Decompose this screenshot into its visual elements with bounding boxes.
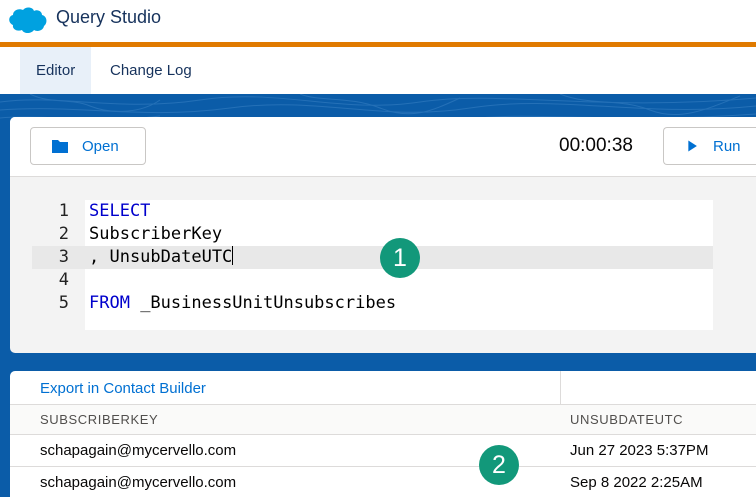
export-contact-builder-link[interactable]: Export in Contact Builder (40, 380, 206, 397)
line-content: SELECT (89, 200, 150, 223)
code-line: 1 SELECT (32, 200, 713, 223)
line-number: 3 (58, 247, 69, 267)
cell-subscriberkey: schapagain@mycervello.com (40, 474, 237, 491)
column-header-unsubdateutc[interactable]: UNSUBDATEUTC (570, 405, 683, 435)
editor-toolbar: Open 00:00:38 Run (10, 117, 756, 177)
play-icon (688, 140, 697, 152)
code-line: 4 (32, 269, 713, 292)
results-panel: Export in Contact Builder SUBSCRIBERKEY … (10, 371, 756, 497)
cell-unsubdateutc: Jun 27 2023 5:37PM (570, 442, 709, 459)
code-editor[interactable]: 1 SELECT 2 SubscriberKey 3 , UnsubDateUT… (32, 200, 713, 330)
annotation-marker-2: 2 (479, 445, 519, 485)
tab-change-log[interactable]: Change Log (94, 47, 208, 94)
line-content: SubscriberKey (89, 223, 222, 246)
line-content: FROM _BusinessUnitUnsubscribes (89, 292, 396, 315)
code-text: SubscriberKey (89, 224, 223, 244)
line-number: 1 (58, 201, 69, 221)
code-line-active: 3 , UnsubDateUTC (32, 246, 713, 269)
code-line: 5 FROM _BusinessUnitUnsubscribes (32, 292, 713, 315)
open-button[interactable]: Open (30, 127, 146, 165)
cell-subscriberkey: schapagain@mycervello.com (40, 442, 237, 459)
query-timer: 00:00:38 (559, 135, 633, 156)
line-number: 2 (58, 224, 69, 244)
code-text: _BusinessUnitUnsubscribes (129, 293, 397, 313)
code-text: , UnsubDateUTC (89, 247, 233, 267)
line-number: 5 (58, 293, 69, 313)
tab-editor[interactable]: Editor (20, 47, 92, 94)
query-editor-card: Open 00:00:38 Run 1 SELECT 2 SubscriberK… (10, 117, 756, 353)
code-line: 2 SubscriberKey (32, 223, 713, 246)
keyword: FROM (89, 293, 130, 313)
results-table-header: SUBSCRIBERKEY UNSUBDATEUTC (10, 404, 756, 435)
run-button-label: Run (713, 137, 741, 155)
cloud-logo-icon (9, 7, 47, 34)
tab-bar: Editor Change Log (0, 47, 756, 94)
run-button[interactable]: Run (663, 127, 756, 165)
open-button-label: Open (82, 137, 119, 155)
line-content: , UnsubDateUTC (89, 246, 234, 269)
keyword: SELECT (89, 201, 151, 221)
folder-icon (52, 140, 68, 153)
line-number: 4 (58, 270, 69, 290)
divider (560, 371, 561, 404)
cell-unsubdateutc: Sep 8 2022 2:25AM (570, 474, 703, 491)
text-cursor (232, 246, 234, 265)
table-row[interactable]: schapagain@mycervello.com Sep 8 2022 2:2… (10, 467, 756, 497)
table-row[interactable]: schapagain@mycervello.com Jun 27 2023 5:… (10, 435, 756, 467)
column-header-subscriberkey[interactable]: SUBSCRIBERKEY (40, 405, 158, 435)
app-header: Query Studio (0, 0, 756, 42)
annotation-marker-1: 1 (380, 238, 420, 278)
app-title: Query Studio (56, 7, 162, 27)
